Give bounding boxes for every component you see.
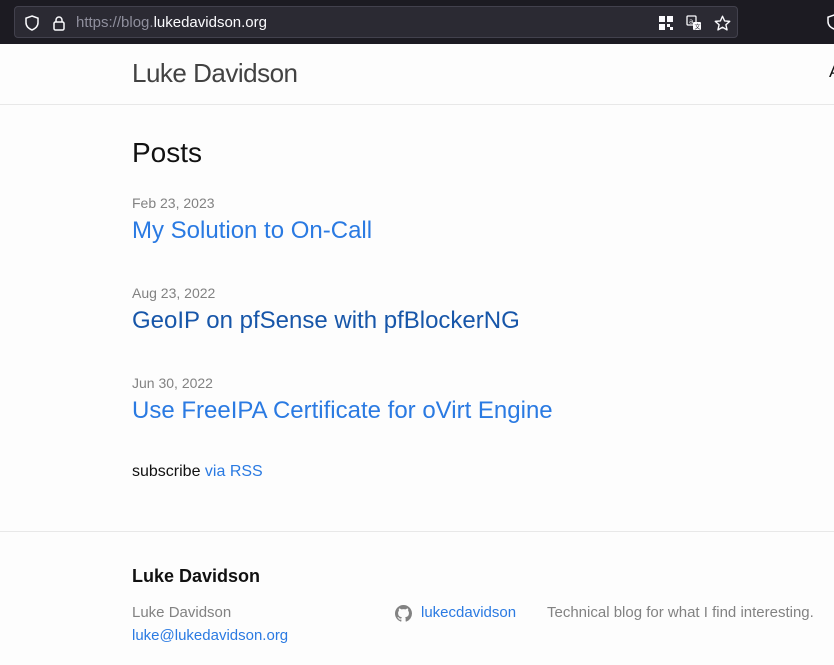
address-bar[interactable]: https://blog.lukedavidson.org a文 xyxy=(14,6,738,38)
footer-heading: Luke Davidson xyxy=(132,566,261,586)
post-list-item: Jun 30, 2022 Use FreeIPA Certificate for… xyxy=(132,374,822,426)
translate-icon[interactable]: a文 xyxy=(685,14,703,32)
post-list-item: Feb 23, 2023 My Solution to On-Call xyxy=(132,194,822,246)
bookmark-star-icon[interactable] xyxy=(713,14,731,32)
post-date: Feb 23, 2023 xyxy=(132,195,215,211)
site-footer: Luke Davidson Luke Davidson luke@lukedav… xyxy=(0,531,834,665)
rss-link[interactable]: via RSS xyxy=(205,463,263,480)
footer-author-name: Luke Davidson xyxy=(132,604,232,621)
subscribe-text: subscribe xyxy=(132,463,205,480)
post-list-item: Aug 23, 2022 GeoIP on pfSense with pfBlo… xyxy=(132,284,822,336)
qr-code-icon[interactable] xyxy=(657,14,675,32)
footer-email-link[interactable]: luke@lukedavidson.org xyxy=(132,627,288,645)
rss-subscribe: subscribe via RSS xyxy=(132,462,263,482)
shield-icon[interactable] xyxy=(826,13,834,31)
post-date: Jun 30, 2022 xyxy=(132,375,213,391)
svg-text:a: a xyxy=(689,18,693,26)
github-icon xyxy=(395,604,412,622)
github-profile-link[interactable]: lukecdavidson xyxy=(395,604,516,622)
page-heading: Posts xyxy=(132,137,203,168)
url-domain: lukedavidson.org xyxy=(153,14,267,31)
url-scheme: https://blog. xyxy=(76,14,154,31)
url-text[interactable]: https://blog.lukedavidson.org xyxy=(76,13,267,33)
post-title-link[interactable]: GeoIP on pfSense with pfBlockerNG xyxy=(132,306,822,336)
site-title-link[interactable]: Luke Davidson xyxy=(132,58,298,88)
post-title-link[interactable]: My Solution to On-Call xyxy=(132,216,822,246)
browser-toolbar: https://blog.lukedavidson.org a文 xyxy=(0,0,834,44)
svg-text:文: 文 xyxy=(695,23,701,31)
shield-icon[interactable] xyxy=(23,14,41,32)
post-date: Aug 23, 2022 xyxy=(132,285,216,301)
lock-icon[interactable] xyxy=(50,14,68,32)
site-description: Technical blog for what I find interesti… xyxy=(547,604,814,621)
github-username: lukecdavidson xyxy=(421,604,517,621)
site-header: Luke Davidson A xyxy=(0,44,834,105)
post-title-link[interactable]: Use FreeIPA Certificate for oVirt Engine xyxy=(132,396,822,426)
nav-link-partial[interactable]: A xyxy=(829,62,834,82)
